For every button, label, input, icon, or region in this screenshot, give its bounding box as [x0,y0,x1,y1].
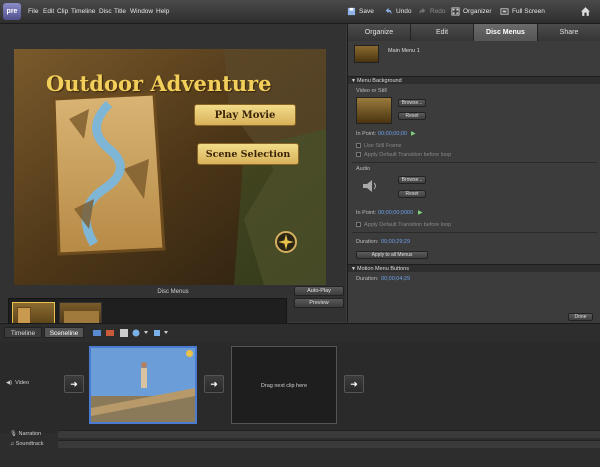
transition-slot-3[interactable]: ➜ [344,375,364,393]
save-icon [347,7,356,16]
use-still-frame-label: Use Still Frame [364,143,402,149]
tab-organize[interactable]: Organize [348,24,411,41]
menu-timeline[interactable]: Timeline [71,8,95,15]
menu-title-text: Outdoor Adventure [46,71,272,96]
undo-label: Undo [396,8,412,15]
sceneline-scenes: ◀) Video ➜ ➜ Drag next clip here ➜ [0,342,600,433]
full-screen-button[interactable]: Full Screen [500,7,545,16]
save-label: Save [359,8,374,15]
browse-video-button[interactable]: Browse... [398,99,426,107]
reset-video-button[interactable]: Reset [398,112,426,120]
apply-transition-label: Apply Default Transition before loop [364,152,452,158]
apply-to-all-menus-button[interactable]: Apply to all Menus [356,251,428,259]
done-button[interactable]: Done [568,313,593,321]
organizer-label: Organizer [463,8,492,15]
in-point-label: In Point: [356,131,377,137]
menu-window[interactable]: Window [130,8,153,15]
full-screen-label: Full Screen [512,8,545,15]
save-button[interactable]: Save [347,7,374,16]
tab-timeline[interactable]: Timeline [4,327,42,338]
narration-track[interactable] [58,430,600,438]
audio-label: Audio [356,166,371,172]
sceneline-panel: Timeline Sceneline ◀) Video ➜ ➜ Drag nex… [0,323,600,467]
narration-label: Narration [18,431,42,437]
menu-title[interactable]: Title [114,8,126,15]
monitor-panel: Outdoor Adventure Play Movie Scene Selec… [0,24,346,340]
menu-properties-thumbnail [354,45,379,63]
in-point-audio-value[interactable]: 00;00;00;0000 [378,210,413,216]
redo-label: Redo [430,8,446,15]
tab-share[interactable]: Share [538,24,600,41]
soundtrack-label: Soundtrack [15,441,44,447]
scene-selection-button[interactable]: Scene Selection [197,143,299,165]
in-point-audio-label: In Point: [356,210,377,216]
soundtrack-track-label: ♫ Soundtrack [10,441,43,447]
undo-button[interactable]: Undo [384,7,412,16]
speaker-icon [363,180,376,192]
tab-disc-menus[interactable]: Disc Menus [474,24,538,41]
sceneline-tools-icons[interactable] [92,328,182,338]
motion-duration-value[interactable]: 00;00;04;29 [381,276,410,282]
menu-file[interactable]: File [28,8,38,15]
organizer-button[interactable]: Organizer [451,7,492,16]
video-clip-thumbnail[interactable] [89,346,197,424]
reset-audio-button[interactable]: Reset [398,190,426,198]
video-track-label: Video [15,380,30,386]
redo-icon [419,7,426,15]
drag-next-clip-placeholder[interactable]: Drag next clip here [231,346,337,424]
in-point-video-value[interactable]: 00;00;00;00 [378,131,407,137]
play-movie-button[interactable]: Play Movie [194,104,296,126]
app-logo: pre [3,3,21,20]
organizer-icon [451,7,460,16]
menu-marker-icon [186,350,193,357]
duration-label: Duration: [356,239,379,245]
video-still-thumbnail [356,97,392,124]
use-still-frame-checkbox[interactable] [356,143,361,148]
undo-icon [385,7,392,15]
music-note-icon: ♫ [10,441,15,447]
tab-sceneline[interactable]: Sceneline [44,327,84,338]
browse-audio-button[interactable]: Browse... [398,176,426,184]
narration-track-label: 🎙 Narration [10,431,41,437]
home-icon[interactable] [580,6,591,17]
menu-edit[interactable]: Edit [43,8,54,15]
soundtrack-track[interactable] [58,440,600,448]
menu-help[interactable]: Help [156,8,169,15]
disc-menu-preview[interactable]: Outdoor Adventure Play Movie Scene Selec… [14,49,326,285]
audio-play-icon[interactable]: ▶ [418,209,423,216]
section-divider [352,232,597,233]
menu-disc[interactable]: Disc [99,8,112,15]
motion-buttons-header[interactable]: ▼ Motion Menu Buttons [348,264,600,272]
menu-bar: pre File Edit Clip Timeline Disc Title W… [0,0,600,24]
full-screen-icon [500,8,509,15]
tasks-panel: Organize Edit Disc Menus Share Main Menu… [347,24,600,322]
menu-clip[interactable]: Clip [57,8,68,15]
motion-buttons-label: Motion Menu Buttons [357,266,409,272]
transition-slot-1[interactable]: ➜ [64,375,84,393]
motion-duration-label: Duration: [356,276,379,282]
preview-button[interactable]: Preview [294,298,344,308]
menu-background-header[interactable]: ▼ Menu Background [348,76,600,84]
clip-frame-art [91,348,195,422]
auto-play-button[interactable]: Auto-Play [294,286,344,296]
audio-apply-transition-label: Apply Default Transition before loop [364,222,452,228]
speaker-icon: ◀) [6,380,13,386]
section-divider [352,162,597,163]
collapse-arrow-icon: ▼ [351,78,356,84]
video-track-header: ◀) Video [6,380,29,386]
apply-transition-checkbox[interactable] [356,152,361,157]
video-or-still-label: Video or Still [356,88,387,94]
transition-slot-2[interactable]: ➜ [204,375,224,393]
audio-apply-transition-checkbox[interactable] [356,222,361,227]
duration-value[interactable]: 00;00;29;29 [381,239,410,245]
redo-button[interactable]: Redo [418,7,446,16]
tab-edit[interactable]: Edit [411,24,474,41]
microphone-icon: 🎙 [10,431,17,437]
menu-name: Main Menu 1 [388,48,420,54]
collapse-arrow-icon: ▼ [351,266,356,272]
menu-background-label: Menu Background [357,78,402,84]
play-icon[interactable]: ▶ [411,130,416,137]
